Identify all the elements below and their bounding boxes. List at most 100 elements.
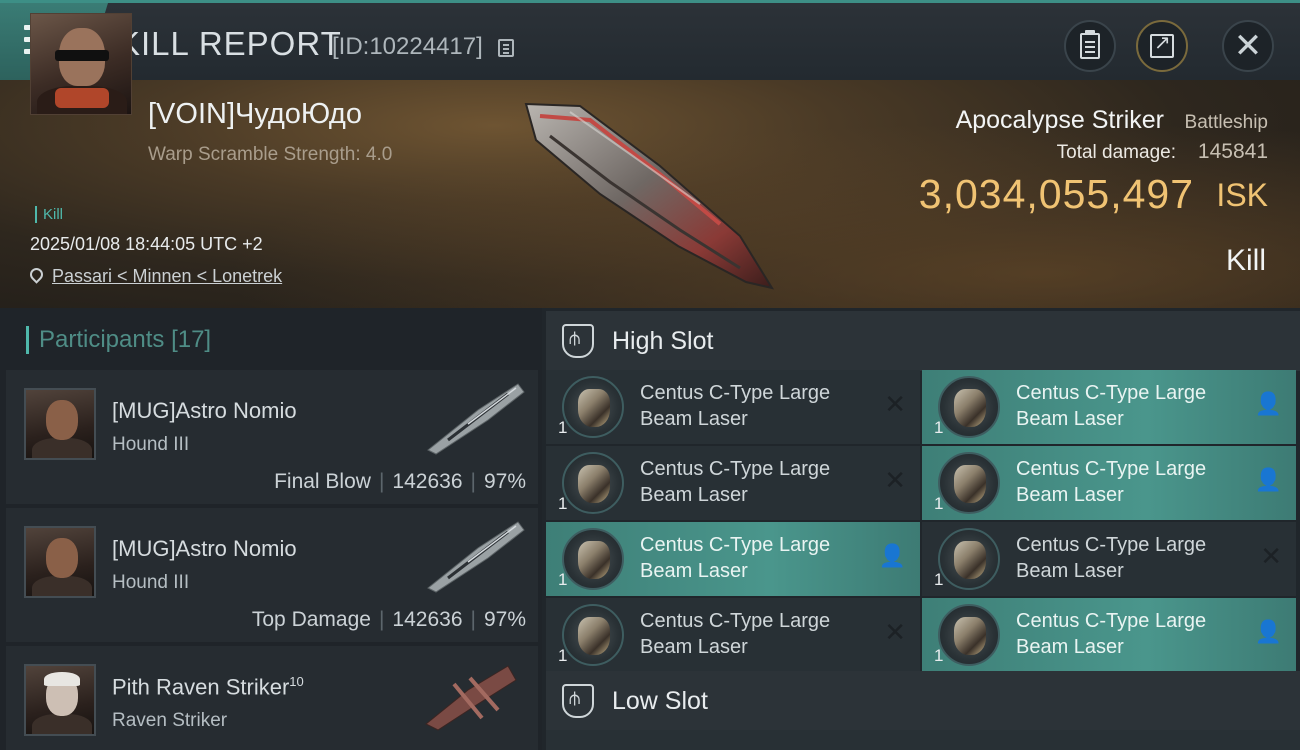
module-icon (938, 528, 1000, 590)
module-icon (938, 604, 1000, 666)
destroyed-icon: ✕ (884, 466, 906, 496)
module-tile[interactable]: 1 Centus C-Type Large Beam Laser ✕ (546, 370, 920, 444)
participant-name: Pith Raven Striker10 (112, 674, 304, 700)
participant-avatar (24, 526, 96, 598)
participant-avatar (24, 388, 96, 460)
dropped-icon: 👤 (1254, 392, 1282, 417)
participant-row[interactable]: [MUG]Astro Nomio Hound III Final Blow | 14… (6, 370, 538, 504)
page-title: KILL REPORT (118, 25, 342, 62)
participant-avatar (24, 664, 96, 736)
module-icon (938, 452, 1000, 514)
participant-stats: Top Damage | 142636 | 97% (251, 608, 526, 631)
module-name-line2: Beam Laser (1016, 560, 1124, 582)
participant-row[interactable]: Pith Raven Striker10 Raven Striker (6, 646, 538, 750)
dropped-icon: 👤 (1254, 468, 1282, 493)
close-button[interactable]: ✕ (1222, 20, 1274, 72)
high-slot-header: High Slot (546, 311, 1300, 371)
module-name: Centus C-Type Large Beam Laser (640, 608, 880, 660)
participant-damage: 142636 (392, 470, 463, 493)
module-name-line1: Centus C-Type Large (1016, 534, 1207, 556)
module-name: Centus C-Type Large Beam Laser (1016, 456, 1256, 508)
module-tile[interactable]: 1 Centus C-Type Large Beam Laser ✕ (546, 446, 920, 520)
kill-datetime: 2025/01/08 18:44:05 UTC +2 (30, 234, 263, 254)
participant-row[interactable]: [MUG]Astro Nomio Hound III Top Damage | 14… (6, 508, 538, 642)
victim-ship-name[interactable]: Apocalypse Striker (956, 106, 1164, 135)
close-icon: ✕ (1233, 26, 1263, 66)
module-icon (938, 376, 1000, 438)
destroyed-icon: ✕ (884, 390, 906, 420)
victim-ship-class: Battleship (1184, 112, 1268, 133)
module-quantity: 1 (558, 418, 568, 437)
victim-pilot-name[interactable]: [VOIN]ЧудоЮдо (148, 98, 362, 131)
copy-icon[interactable] (498, 39, 514, 57)
clipboard-button[interactable] (1064, 20, 1116, 72)
module-icon (562, 452, 624, 514)
isk-value: 3,034,055,497 (918, 171, 1194, 217)
module-quantity: 1 (558, 570, 568, 589)
total-damage-label: Total damage: (1056, 142, 1176, 163)
module-name: Centus C-Type Large Beam Laser (1016, 608, 1256, 660)
participant-role: Final Blow (274, 470, 371, 493)
low-slot-label: Low Slot (612, 687, 708, 715)
participant-percent: 97% (483, 470, 526, 493)
clipboard-icon (1080, 30, 1100, 59)
top-bar: KILL REPORT [ID:10224417] ✕ (0, 0, 1300, 80)
participants-label: Participants (39, 326, 165, 353)
high-slot-label: High Slot (612, 327, 714, 355)
destroyed-icon: ✕ (884, 618, 906, 648)
kill-result: Kill (1225, 244, 1266, 277)
participant-ship: Hound III (112, 572, 190, 593)
warp-scramble-strength: Warp Scramble Strength: 4.0 (148, 144, 393, 165)
total-damage-value: 145841 (1197, 140, 1268, 163)
share-button[interactable] (1136, 20, 1188, 72)
module-name-line2: Beam Laser (640, 636, 748, 658)
module-tile[interactable]: 1 Centus C-Type Large Beam Laser 👤 (922, 446, 1296, 520)
module-name-line2: Beam Laser (640, 484, 748, 506)
module-name-line1: Centus C-Type Large (1016, 458, 1207, 480)
module-tile[interactable]: 1 Centus C-Type Large Beam Laser 👤 (546, 522, 920, 596)
module-tile[interactable]: 1 Centus C-Type Large Beam Laser 👤 (922, 370, 1296, 444)
module-name-line2: Beam Laser (640, 560, 748, 582)
module-name: Centus C-Type Large Beam Laser (1016, 532, 1256, 584)
dropped-icon: 👤 (878, 544, 906, 569)
participant-damage: 142636 (392, 608, 463, 631)
victim-portrait[interactable] (30, 13, 132, 115)
share-icon (1150, 30, 1174, 58)
module-name-line1: Centus C-Type Large (640, 610, 831, 632)
participant-name: [MUG]Astro Nomio (112, 398, 297, 423)
low-slot-header: Low Slot (546, 671, 1300, 731)
kill-location-link[interactable]: Passari < Minnen < Lonetrek (52, 266, 282, 287)
isk-unit: ISK (1216, 177, 1268, 213)
module-name-line1: Centus C-Type Large (1016, 610, 1207, 632)
participant-ship: Raven Striker (112, 710, 228, 731)
low-slot-icon (562, 684, 594, 718)
participant-percent: 97% (483, 608, 526, 631)
participant-ship-image (427, 521, 525, 593)
module-name: Centus C-Type Large Beam Laser (1016, 380, 1256, 432)
participant-stats: Final Blow | 142636 | 97% (274, 470, 526, 493)
dropped-icon: 👤 (1254, 620, 1282, 645)
module-name: Centus C-Type Large Beam Laser (640, 532, 880, 584)
module-icon (562, 376, 624, 438)
module-tile[interactable]: 1 Centus C-Type Large Beam Laser 👤 (922, 598, 1296, 672)
low-slot-list (546, 730, 1300, 750)
report-id: [ID:10224417] (332, 33, 483, 60)
module-name-line1: Centus C-Type Large (640, 458, 831, 480)
participant-ship-image (427, 383, 525, 455)
module-tile[interactable]: 1 Centus C-Type Large Beam Laser ✕ (546, 598, 920, 672)
module-name-line2: Beam Laser (1016, 408, 1124, 430)
module-name-line1: Centus C-Type Large (640, 382, 831, 404)
participants-count: [17] (171, 326, 212, 353)
module-icon (562, 604, 624, 666)
participant-ship: Hound III (112, 434, 190, 455)
kill-tag: Kill (35, 206, 63, 223)
module-quantity: 1 (934, 418, 944, 437)
module-tile[interactable]: 1 Centus C-Type Large Beam Laser ✕ (922, 522, 1296, 596)
module-name-line2: Beam Laser (1016, 636, 1124, 658)
participants-heading: Participants [17] (26, 326, 211, 354)
high-slot-icon (562, 324, 594, 358)
participant-level: 10 (289, 674, 304, 689)
participant-name: [MUG]Astro Nomio (112, 536, 297, 561)
participant-role: Top Damage (251, 608, 371, 631)
victim-ship-image (524, 102, 775, 290)
